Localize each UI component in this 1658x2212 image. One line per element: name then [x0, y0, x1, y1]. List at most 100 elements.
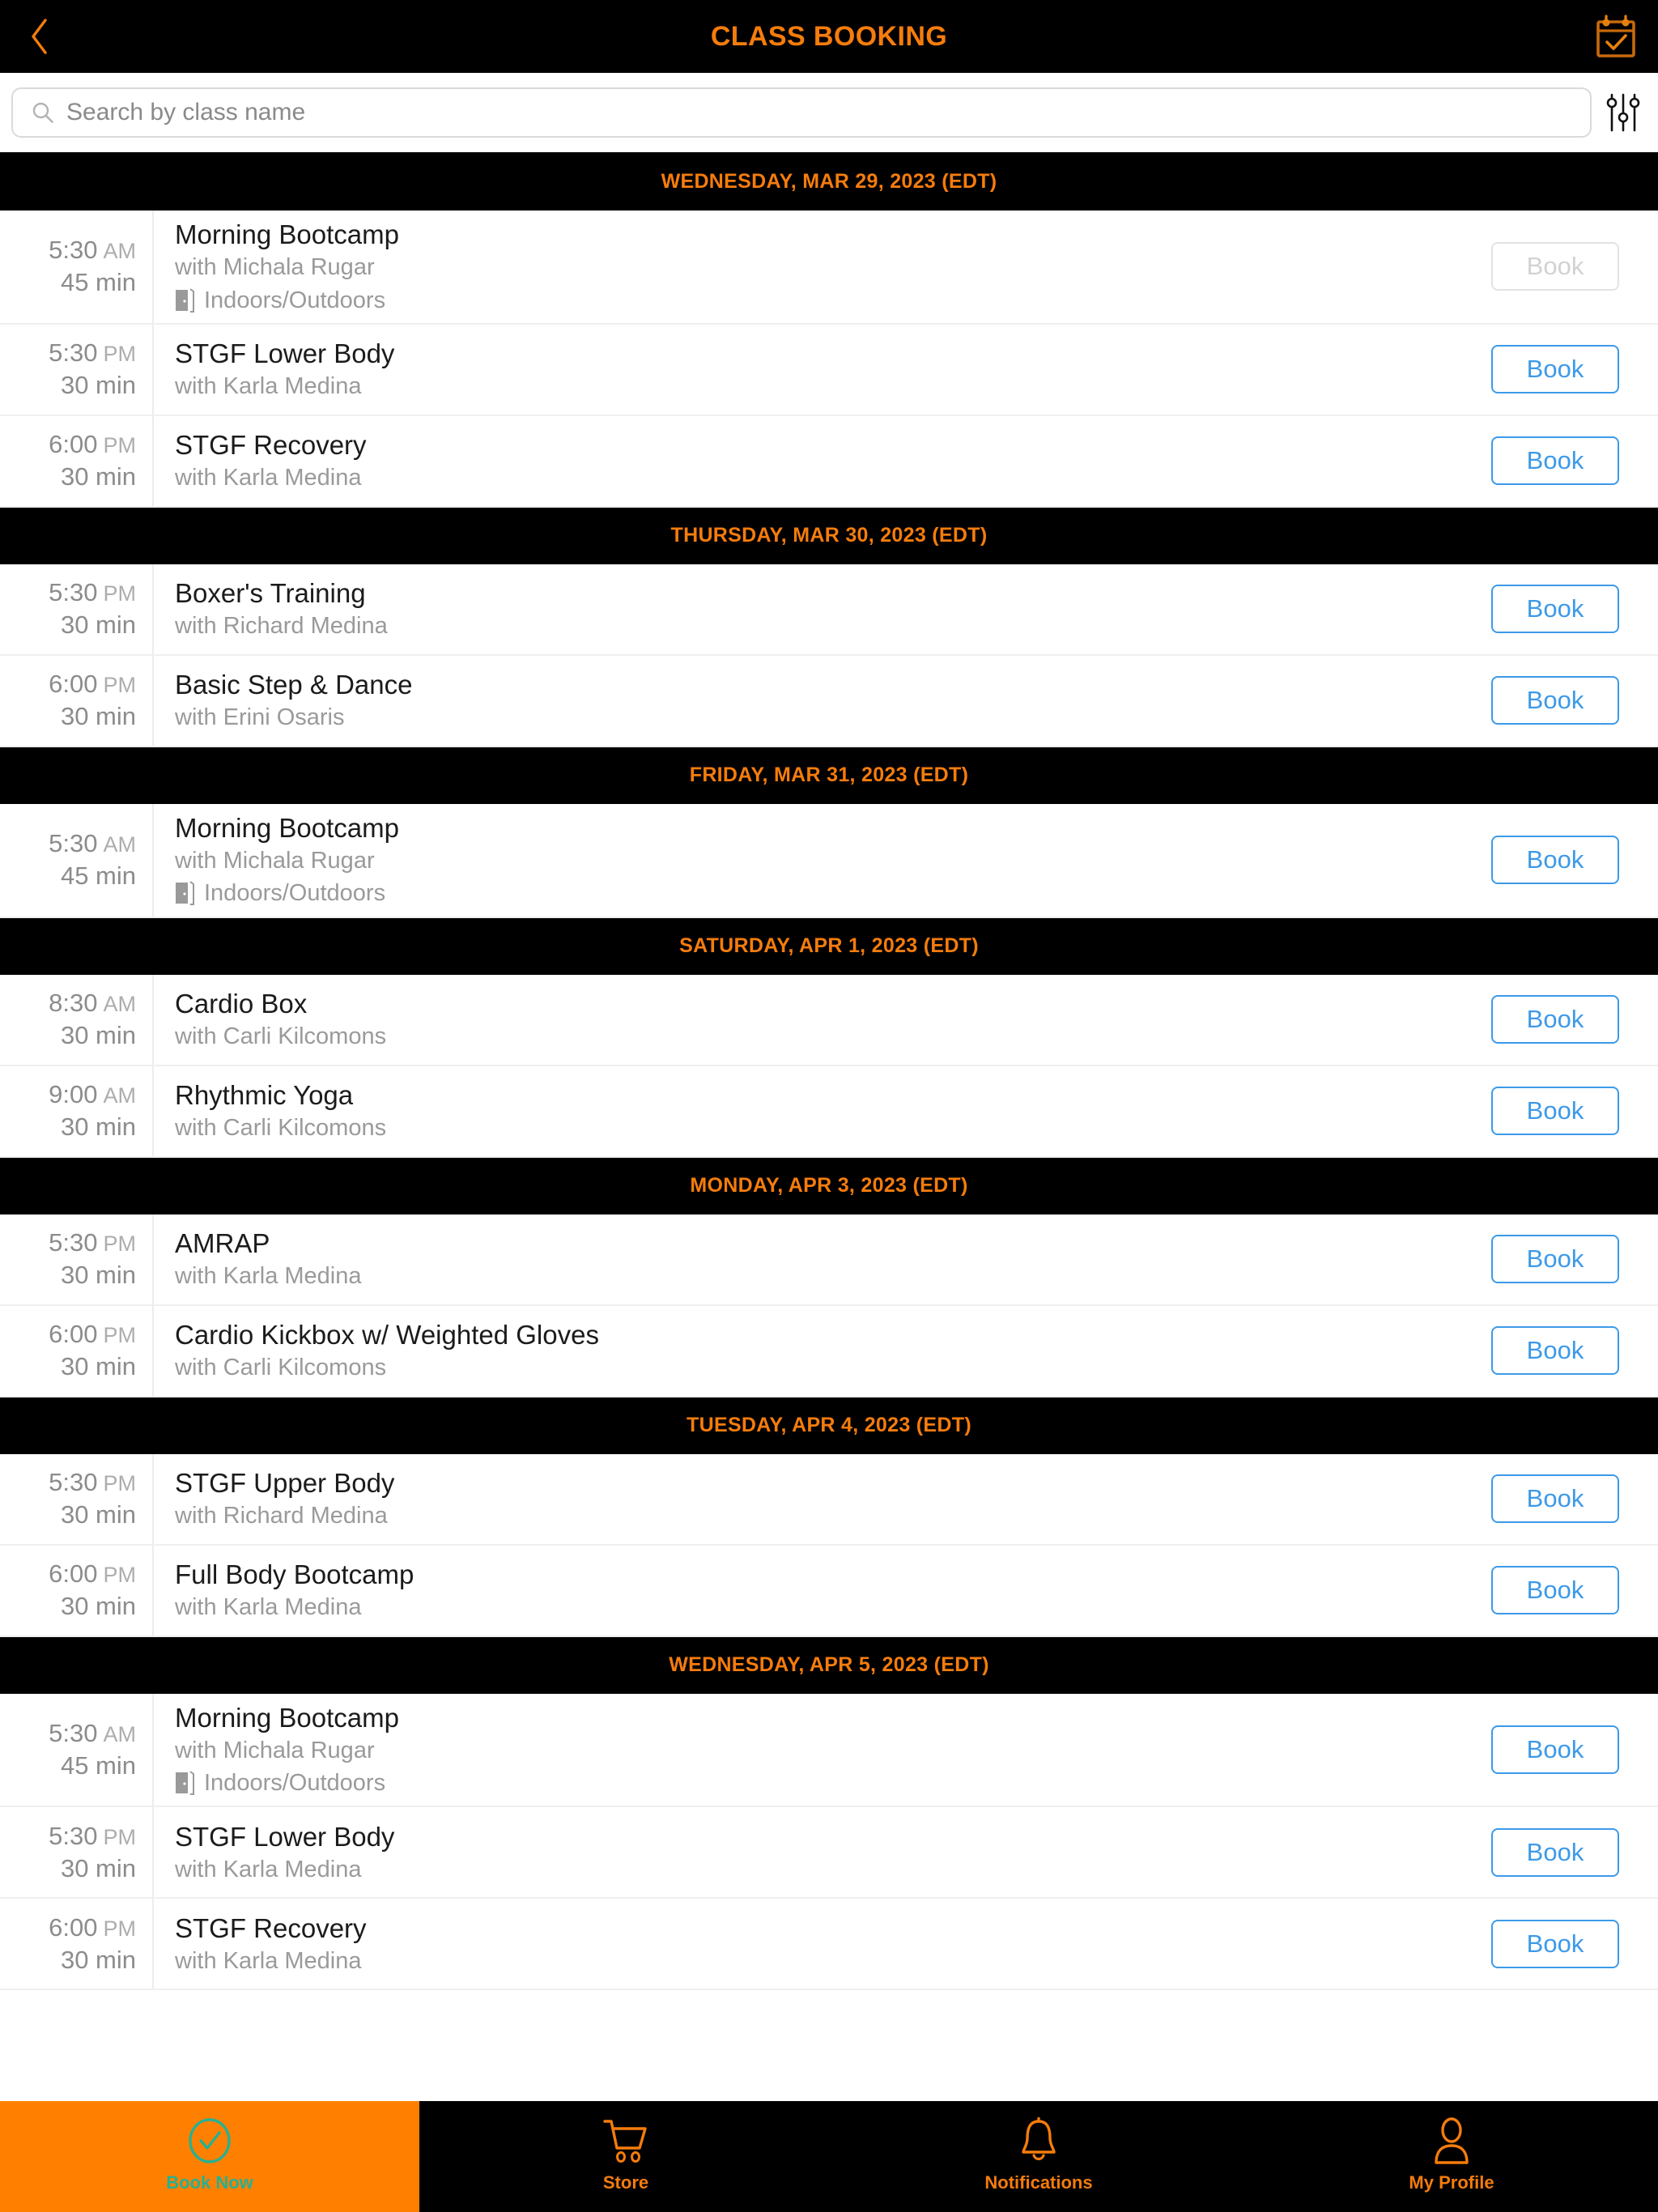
- book-button[interactable]: Book: [1491, 1919, 1619, 1968]
- class-row[interactable]: 6:00 PM 30 min STGF Recovery with Karla Medi…: [0, 1899, 1658, 1991]
- class-row[interactable]: 5:30 PM 30 min Boxer's Training with Richard…: [0, 564, 1658, 656]
- class-action-column: Book: [1464, 1546, 1658, 1636]
- book-button[interactable]: Book: [1491, 1566, 1619, 1614]
- class-duration: 30 min: [60, 1853, 136, 1882]
- class-action-column: Book: [1464, 564, 1658, 654]
- class-time-column: 5:30 PM 30 min: [0, 1453, 154, 1544]
- class-action-column: Book: [1464, 416, 1658, 506]
- class-time: 5:30 PM: [49, 338, 136, 368]
- class-time-column: 9:00 AM 30 min: [0, 1066, 154, 1156]
- book-button[interactable]: Book: [1491, 345, 1619, 394]
- nav-item-book-now[interactable]: Book Now: [0, 2101, 419, 2212]
- class-time: 6:00 PM: [49, 1320, 136, 1349]
- book-button[interactable]: Book: [1491, 836, 1619, 885]
- class-instructor: with Karla Medina: [175, 373, 362, 400]
- class-row[interactable]: 6:00 PM 30 min Full Body Bootcamp with Karla…: [0, 1545, 1658, 1637]
- book-button[interactable]: Book: [1491, 676, 1619, 725]
- class-row[interactable]: 5:30 AM 45 min Morning Bootcamp with Michala…: [0, 211, 1658, 325]
- class-info-column: Rhythmic Yoga with Carli Kilcomons: [154, 1066, 1464, 1156]
- book-button[interactable]: Book: [1491, 1235, 1619, 1283]
- book-button: Book: [1491, 242, 1619, 291]
- class-time: 5:30 PM: [49, 1468, 136, 1497]
- book-button[interactable]: Book: [1491, 995, 1619, 1044]
- class-time-value: 9:00: [49, 1080, 98, 1108]
- class-time-ampm: AM: [103, 1083, 137, 1108]
- nav-item-store[interactable]: Store: [419, 2101, 832, 2212]
- nav-item-label: Store: [602, 2172, 649, 2193]
- class-info-column: STGF Lower Body with Karla Medina: [154, 1807, 1464, 1897]
- class-time: 5:30 PM: [49, 1228, 136, 1257]
- class-info-column: Basic Step & Dance with Erini Osaris: [154, 656, 1464, 746]
- class-name: Cardio Box: [175, 988, 308, 1019]
- class-row[interactable]: 6:00 PM 30 min Basic Step & Dance with Erini…: [0, 655, 1658, 747]
- class-instructor: with Karla Medina: [175, 1947, 362, 1974]
- class-row[interactable]: 5:30 PM 30 min STGF Upper Body with Richard …: [0, 1453, 1658, 1546]
- check-circle-icon: [189, 2117, 231, 2163]
- book-button[interactable]: Book: [1491, 1087, 1619, 1135]
- bottom-navigation-bar: Book Now Store Notifications My Profile: [0, 2101, 1658, 2212]
- class-action-column: Book: [1464, 804, 1658, 917]
- book-button[interactable]: Book: [1491, 1725, 1619, 1774]
- class-name: Morning Bootcamp: [175, 219, 399, 249]
- class-time-ampm: AM: [103, 832, 137, 857]
- class-row[interactable]: 5:30 PM 30 min AMRAP with Karla Medina Book: [0, 1214, 1658, 1306]
- class-time-value: 5:30: [49, 829, 98, 858]
- book-button[interactable]: Book: [1491, 585, 1619, 634]
- back-button[interactable]: [11, 0, 68, 73]
- class-time-ampm: AM: [103, 239, 137, 264]
- class-duration: 30 min: [60, 702, 136, 731]
- nav-item-notifications[interactable]: Notifications: [832, 2101, 1245, 2212]
- class-action-column: Book: [1464, 1306, 1658, 1396]
- class-row[interactable]: 6:00 PM 30 min STGF Recovery with Karla Medi…: [0, 415, 1658, 508]
- class-name: Full Body Bootcamp: [175, 1559, 414, 1589]
- book-button[interactable]: Book: [1491, 1474, 1619, 1523]
- nav-item-my-profile[interactable]: My Profile: [1245, 2101, 1658, 2212]
- class-instructor: with Karla Medina: [175, 1594, 362, 1620]
- search-input[interactable]: [66, 99, 1572, 126]
- class-time-column: 8:30 AM 30 min: [0, 974, 154, 1065]
- class-instructor: with Carli Kilcomons: [175, 1355, 387, 1380]
- class-time: 5:30 AM: [49, 829, 136, 858]
- class-row[interactable]: 5:30 AM 45 min Morning Bootcamp with Michala…: [0, 1693, 1658, 1808]
- class-time: 6:00 PM: [49, 1559, 136, 1589]
- class-row[interactable]: 5:30 AM 45 min Morning Bootcamp with Michala…: [0, 803, 1658, 918]
- class-time-column: 5:30 PM 30 min: [0, 564, 154, 654]
- class-time-value: 6:00: [49, 1559, 98, 1588]
- class-name: STGF Recovery: [175, 430, 367, 460]
- class-time-value: 5:30: [49, 578, 98, 607]
- class-row[interactable]: 8:30 AM 30 min Cardio Box with Carli Kilcomo…: [0, 974, 1658, 1066]
- class-booking-screen: CLASS BOOKING Search by class name WEDNE…: [0, 0, 1658, 2212]
- day-header-label: FRIDAY, MAR 31, 2023 (EDT): [689, 764, 969, 787]
- class-instructor: with Erini Osaris: [175, 704, 345, 731]
- search-box[interactable]: [11, 87, 1592, 138]
- class-duration: 30 min: [60, 1945, 136, 1974]
- class-time-value: 5:30: [49, 1228, 98, 1257]
- door-icon: [176, 287, 194, 313]
- class-instructor: with Karla Medina: [175, 465, 362, 491]
- class-info-column: STGF Recovery with Karla Medina: [154, 416, 1464, 506]
- class-time: 8:30 AM: [49, 989, 136, 1018]
- class-time: 5:30 PM: [49, 1822, 136, 1851]
- class-duration: 30 min: [60, 371, 136, 400]
- class-row[interactable]: 6:00 PM 30 min Cardio Kickbox w/ Weighted G…: [0, 1305, 1658, 1397]
- nav-item-label: Book Now: [166, 2172, 253, 2193]
- filter-button[interactable]: [1600, 87, 1647, 138]
- book-button[interactable]: Book: [1491, 436, 1619, 486]
- class-row[interactable]: 5:30 PM 30 min STGF Lower Body with Karla Me…: [0, 1807, 1658, 1899]
- class-schedule-list[interactable]: WEDNESDAY, MAR 29, 2023 (EDT) 5:30 AM 45 mi…: [0, 152, 1658, 2212]
- class-instructor: with Carli Kilcomons: [175, 1115, 387, 1141]
- chevron-left-icon: [32, 19, 47, 54]
- book-button[interactable]: Book: [1491, 1827, 1619, 1877]
- class-row[interactable]: 9:00 AM 30 min Rhythmic Yoga with Carli Kilc…: [0, 1066, 1658, 1158]
- top-app-bar: CLASS BOOKING: [0, 0, 1658, 73]
- class-action-column: Book: [1464, 1454, 1658, 1544]
- calendar-button[interactable]: [1585, 0, 1647, 73]
- book-button[interactable]: Book: [1491, 1326, 1619, 1375]
- check-circle-icon-wrap: [187, 2117, 232, 2164]
- user-icon: [1435, 2116, 1469, 2164]
- class-duration: 30 min: [60, 1021, 136, 1049]
- class-action-column: Book: [1464, 1214, 1658, 1304]
- class-time-value: 5:30: [49, 1718, 98, 1747]
- bell-icon-wrap: [1018, 2116, 1060, 2164]
- class-row[interactable]: 5:30 PM 30 min STGF Lower Body with Karla Me…: [0, 324, 1658, 416]
